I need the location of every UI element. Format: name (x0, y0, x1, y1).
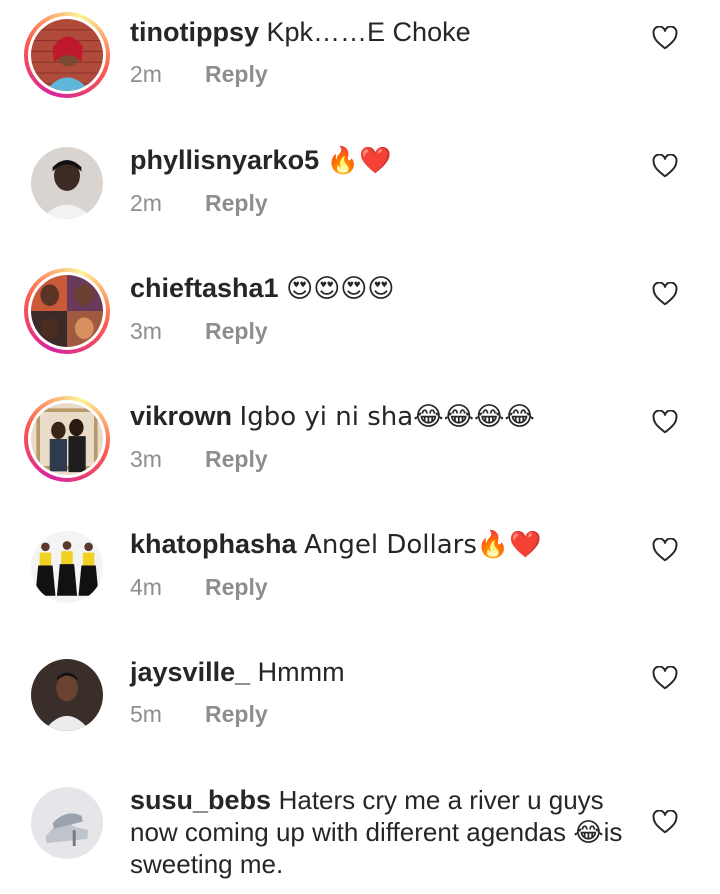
comment-time: 2m (130, 61, 162, 87)
comment-username[interactable]: khatophasha (130, 529, 297, 559)
reply-button[interactable]: Reply (205, 61, 268, 87)
avatar[interactable] (24, 140, 110, 226)
heart-outline-icon[interactable] (652, 154, 678, 178)
comment-text: 😍😍😍😍 (286, 274, 395, 304)
comment-item: chieftasha1 😍😍😍😍 3m Reply (0, 256, 720, 384)
comment-item: vikrown Igbo yi ni sha😂😂😂😂 3m Reply (0, 384, 720, 512)
comment-username[interactable]: tinotippsy (130, 17, 259, 47)
avatar[interactable] (24, 524, 110, 610)
comment-text: Angel Dollars🔥❤️ (304, 530, 542, 560)
avatar[interactable] (24, 12, 110, 98)
comment-text: Kpk……E Choke (266, 17, 471, 47)
comment-time: 4m (130, 574, 162, 600)
comment-text: Igbo yi ni sha😂😂😂😂 (239, 402, 535, 432)
comment-username[interactable]: phyllisnyarko5 (130, 145, 319, 175)
comment-item: susu_bebs Haters cry me a river u guys n… (0, 768, 720, 894)
comment-item: tinotippsy Kpk……E Choke 2m Reply (0, 0, 720, 128)
reply-button[interactable]: Reply (205, 574, 268, 600)
avatar-image (31, 659, 103, 731)
heart-outline-icon[interactable] (652, 26, 678, 50)
heart-outline-icon[interactable] (652, 810, 678, 834)
heart-outline-icon[interactable] (652, 410, 678, 434)
reply-button[interactable]: Reply (205, 190, 268, 216)
comment-time: 2m (130, 190, 162, 216)
comments-list: tinotippsy Kpk……E Choke 2m Reply phyllis… (0, 0, 720, 894)
reply-button[interactable]: Reply (205, 446, 268, 472)
avatar-image (31, 275, 103, 347)
comment-time: 3m (130, 318, 162, 344)
comment-text: 🔥❤️ (326, 146, 392, 176)
heart-outline-icon[interactable] (652, 282, 678, 306)
comment-item: jaysville_ Hmmm 5m Reply (0, 640, 720, 768)
reply-button[interactable]: Reply (205, 701, 268, 727)
comment-time: 5m (130, 701, 162, 727)
heart-outline-icon[interactable] (652, 666, 678, 690)
avatar-image (31, 531, 103, 603)
reply-button[interactable]: Reply (205, 318, 268, 344)
comment-item: phyllisnyarko5 🔥❤️ 2m Reply (0, 128, 720, 256)
comment-username[interactable]: jaysville_ (130, 657, 250, 687)
avatar[interactable] (24, 268, 110, 354)
comment-time: 3m (130, 446, 162, 472)
heart-outline-icon[interactable] (652, 538, 678, 562)
avatar[interactable] (24, 652, 110, 738)
avatar-image (31, 403, 103, 475)
avatar-image (31, 147, 103, 219)
comment-text: Hmmm (257, 657, 345, 687)
avatar-image (31, 787, 103, 859)
comment-username[interactable]: vikrown (130, 401, 232, 431)
comment-item: khatophasha Angel Dollars🔥❤️ 4m Reply (0, 512, 720, 640)
avatar[interactable] (24, 780, 110, 866)
avatar[interactable] (24, 396, 110, 482)
comment-username[interactable]: susu_bebs (130, 785, 271, 815)
comment-username[interactable]: chieftasha1 (130, 273, 279, 303)
avatar-image (31, 19, 103, 91)
